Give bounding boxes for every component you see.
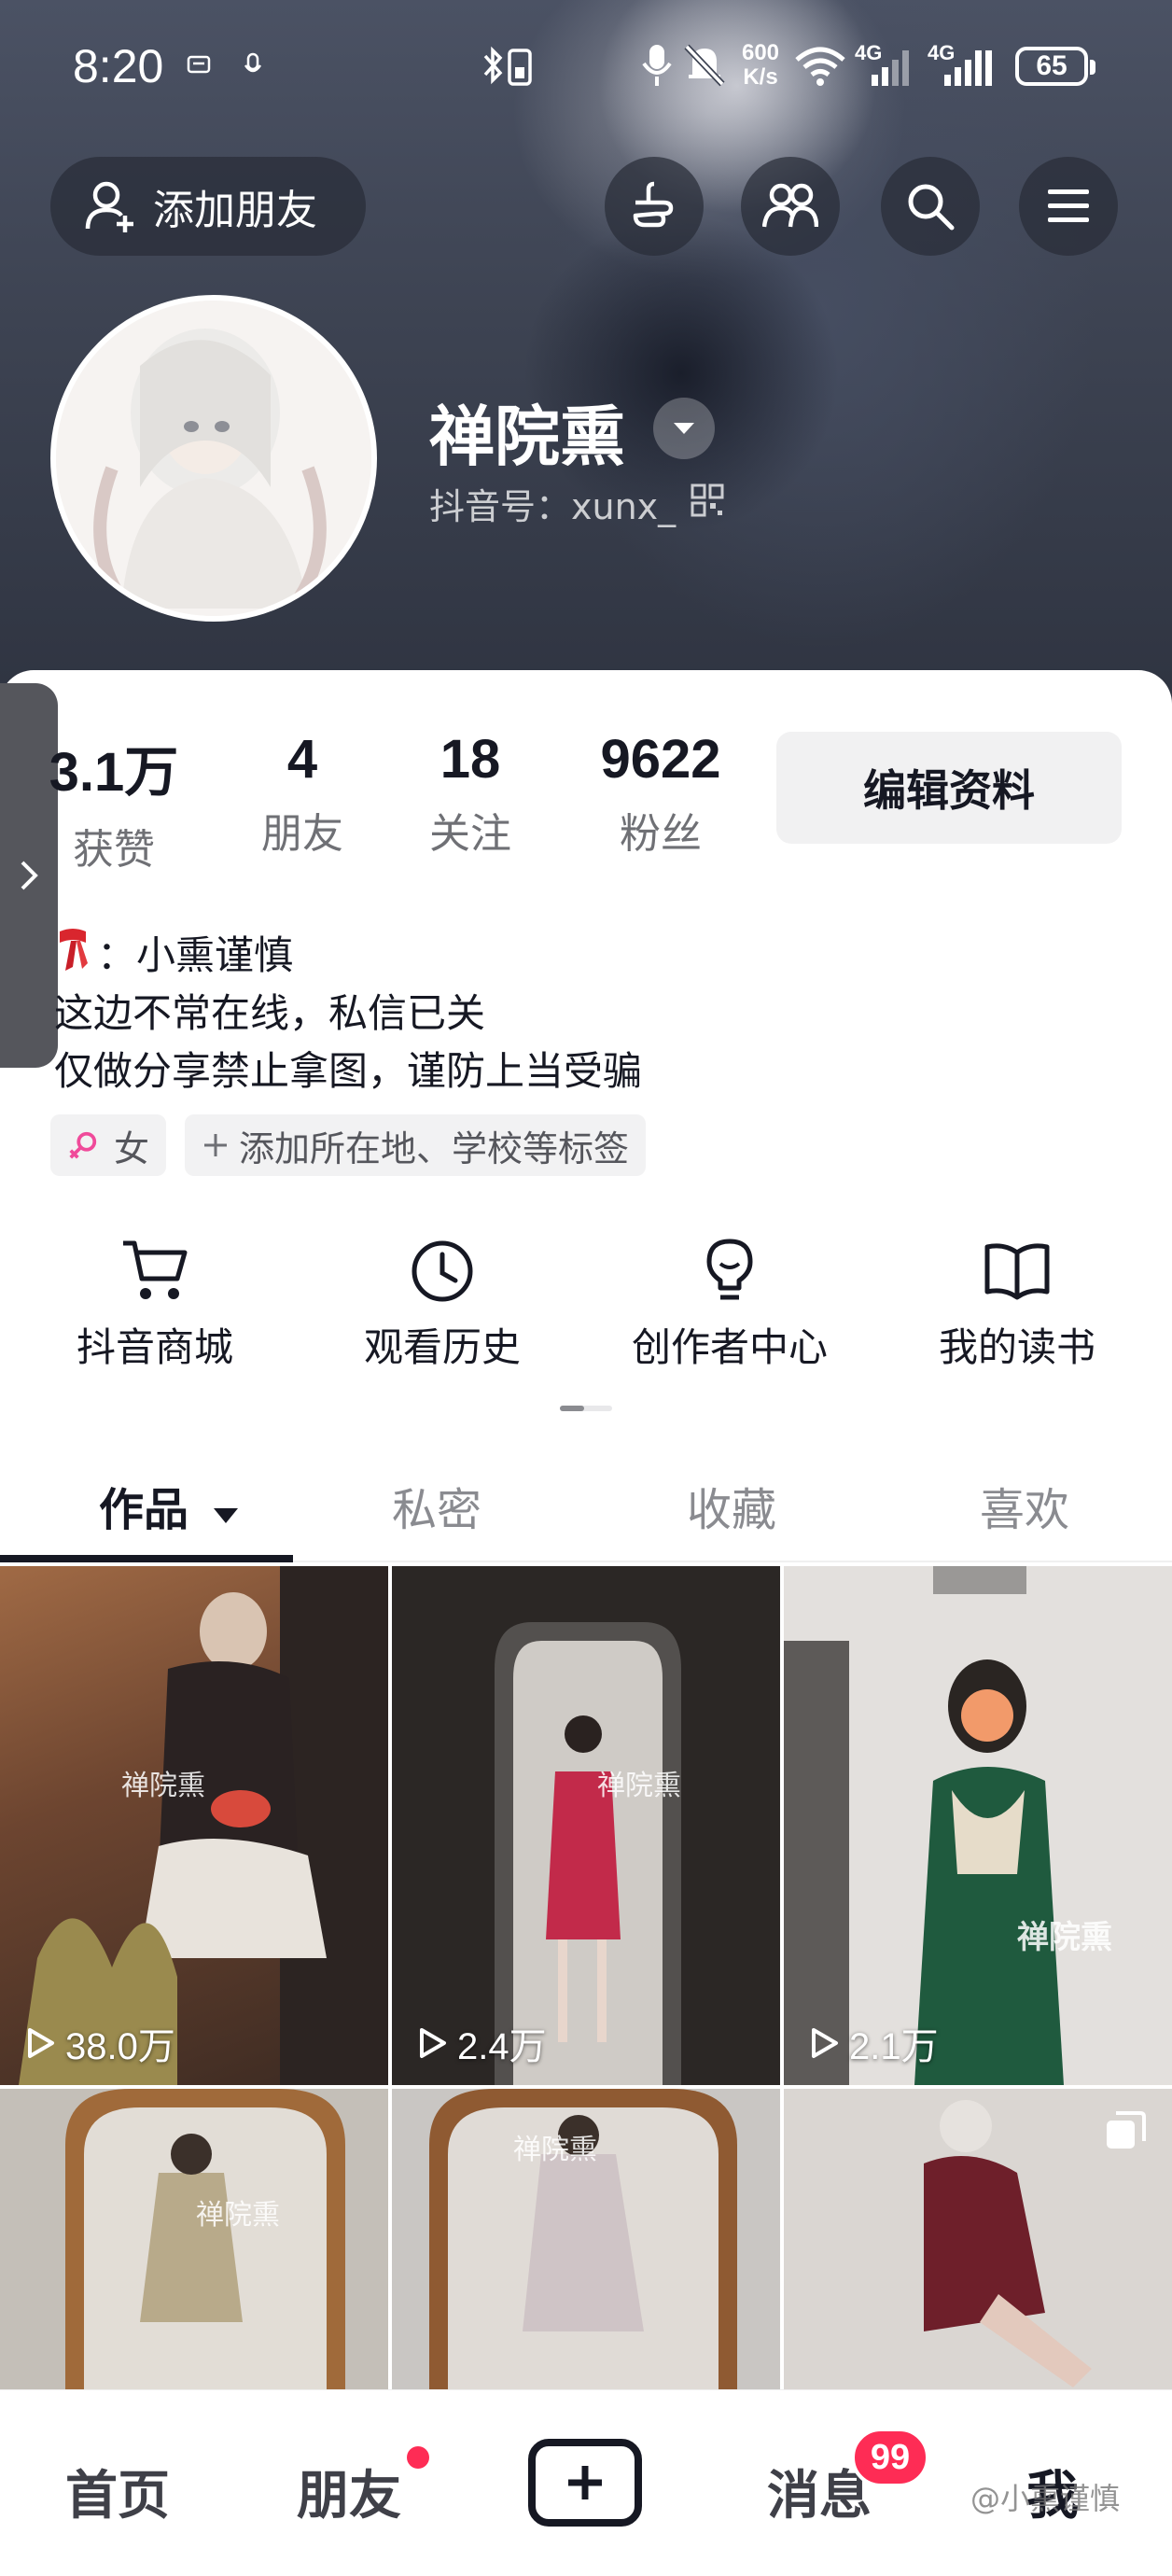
content-tabs: 作品 私密 收藏 喜欢	[0, 1452, 1172, 1562]
messages-badge: 99	[851, 2428, 929, 2487]
tool-douyin-mall[interactable]: 抖音商城	[43, 1238, 267, 1373]
create-post-button[interactable]	[528, 2439, 642, 2527]
tool-my-reading[interactable]: 我的读书	[905, 1238, 1129, 1373]
add-friend-button[interactable]: 添加朋友	[50, 157, 366, 256]
play-count: 38.0万	[21, 2016, 175, 2070]
qr-code-icon[interactable]	[691, 483, 724, 517]
weibo-watermark: @小熏谨慎	[970, 2481, 1121, 2516]
net-speed: 600 K/s	[741, 40, 780, 90]
avatar-illustration	[56, 301, 371, 616]
add-friend-label: 添加朋友	[153, 187, 317, 234]
tab-private[interactable]: 私密	[392, 1473, 481, 1538]
search-button[interactable]	[881, 157, 980, 256]
play-icon	[812, 2028, 838, 2058]
signal-bars-icon-2	[944, 50, 992, 86]
edit-profile-button[interactable]: 编辑资料	[776, 732, 1122, 844]
notification-icon	[187, 55, 211, 74]
multi-image-icon	[1107, 2111, 1146, 2149]
bio-line-3: 仅做分享禁止拿图，谨防上当受骗	[54, 1048, 643, 1094]
menu-button[interactable]	[1019, 157, 1118, 256]
signal-bars-icon-1	[872, 50, 909, 86]
tool-creator-center[interactable]: 创作者中心	[618, 1238, 842, 1373]
video-thumbnail-image	[392, 1566, 780, 2085]
plus-icon	[204, 1134, 227, 1156]
two-people-icon	[762, 183, 818, 228]
scarf-emoji-icon	[60, 929, 88, 971]
hand-point-icon	[633, 181, 674, 228]
status-time: 8:20	[73, 40, 164, 92]
wifi-icon	[795, 47, 845, 86]
chevron-right-icon	[21, 861, 38, 890]
video-thumbnail[interactable]: 禅院熏 2.1万	[784, 1566, 1172, 2085]
mic-icon	[642, 45, 672, 86]
video-thumbnail[interactable]: 禅院熏 38.0万	[0, 1566, 388, 2085]
gender-tag: 女	[50, 1114, 166, 1176]
stat-following[interactable]: 18 关注	[414, 728, 526, 860]
caret-down-icon	[213, 1508, 238, 1523]
tool-watch-history[interactable]: 观看历史	[330, 1238, 554, 1373]
play-icon	[28, 2028, 54, 2058]
visitor-button[interactable]	[605, 157, 704, 256]
video-thumbnail[interactable]: 禅院熏	[0, 2089, 388, 2397]
video-thumbnail-image	[19, 1566, 388, 2085]
stat-friends[interactable]: 4 朋友	[246, 728, 358, 860]
video-thumbnail-image	[0, 2089, 388, 2397]
video-thumbnail-image	[784, 1566, 1172, 2085]
tab-likes[interactable]: 喜欢	[980, 1473, 1069, 1538]
hamburger-menu-icon	[1048, 189, 1089, 222]
bio-line-1: ：小熏谨慎	[97, 932, 294, 978]
search-icon	[908, 184, 955, 231]
add-location-tag-button[interactable]: 添加所在地、学校等标签	[185, 1114, 647, 1176]
clock-icon	[412, 1240, 473, 1302]
mic-small-icon	[244, 52, 262, 73]
lightbulb-icon	[706, 1239, 753, 1300]
video-thumbnail[interactable]: 禅院熏 2.4万	[392, 1566, 780, 2085]
account-switch-button[interactable]	[653, 398, 715, 459]
bio-line-2: 这边不常在线，私信已关	[54, 990, 486, 1036]
play-count: 2.1万	[804, 2016, 939, 2070]
friends-notification-dot	[407, 2446, 429, 2469]
plus-icon	[568, 2466, 602, 2499]
status-bar: 8:20 600 K/s 4G 4G 65	[0, 0, 1172, 131]
cart-icon	[123, 1240, 188, 1299]
tools-page-indicator	[560, 1406, 612, 1411]
stat-followers[interactable]: 9622 粉丝	[586, 728, 735, 860]
battery-indicator: 65	[1015, 47, 1095, 86]
mute-bell-icon	[684, 44, 725, 87]
female-symbol-icon	[69, 1131, 97, 1159]
book-icon	[984, 1243, 1050, 1300]
douyin-id: 抖音号：xunx_	[429, 486, 677, 527]
avatar[interactable]	[50, 295, 377, 622]
video-thumbnail[interactable]	[784, 2089, 1172, 2397]
play-count: 2.4万	[412, 2016, 547, 2070]
nav-friends[interactable]: 朋友	[297, 2454, 401, 2529]
add-user-icon	[85, 181, 133, 232]
stat-likes[interactable]: 3.1万 获赞	[49, 728, 179, 875]
caret-down-icon	[674, 423, 694, 434]
friends-list-button[interactable]	[741, 157, 840, 256]
play-icon	[420, 2028, 446, 2058]
nickname: 禅院熏	[429, 399, 625, 475]
active-tab-indicator	[0, 1555, 293, 1562]
tab-favorites[interactable]: 收藏	[687, 1473, 776, 1538]
bluetooth-icon	[483, 46, 532, 86]
nav-home[interactable]: 首页	[65, 2454, 170, 2529]
tab-works[interactable]: 作品	[99, 1473, 240, 1538]
video-thumbnail[interactable]: 禅院熏	[392, 2089, 780, 2397]
